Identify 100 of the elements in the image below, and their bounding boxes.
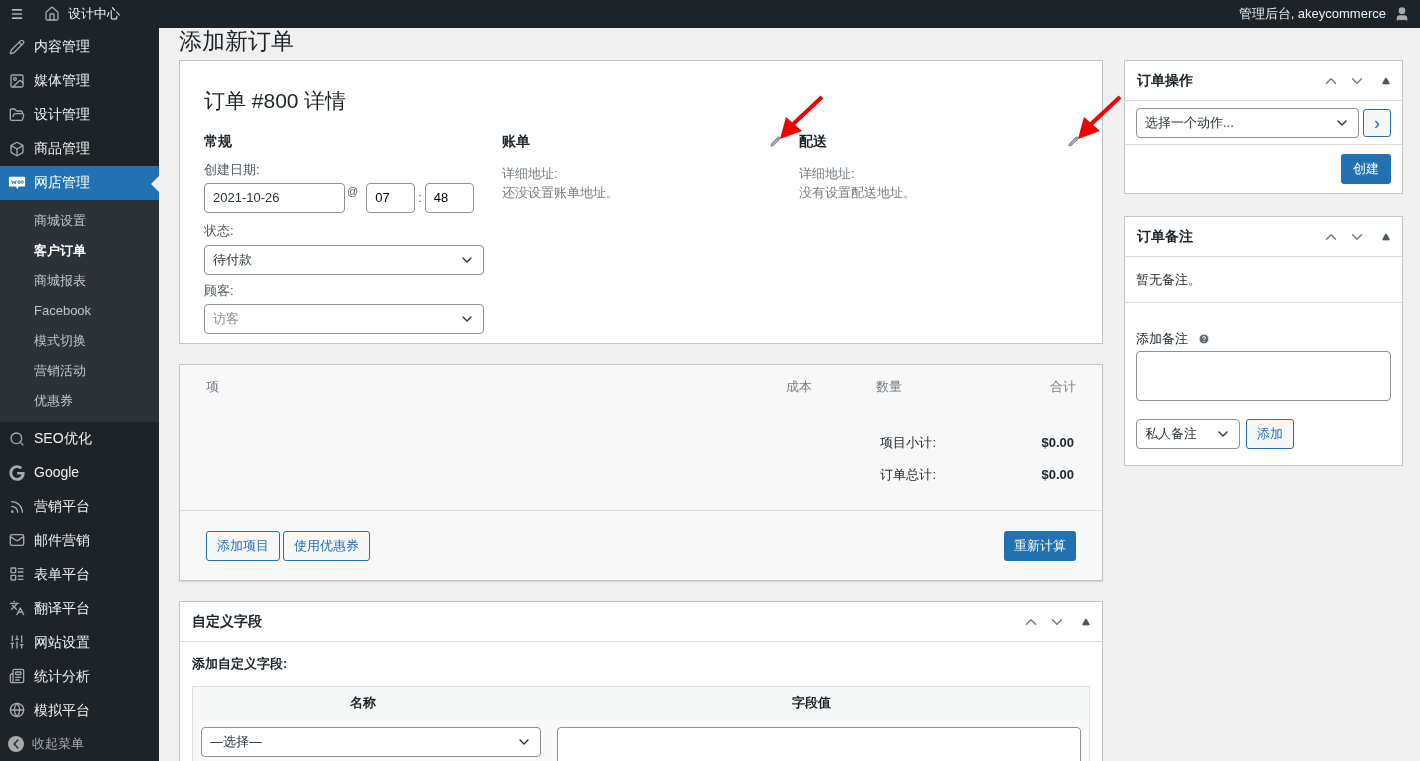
time-colon: : <box>418 189 422 208</box>
minute-field[interactable]: 48 <box>424 183 474 213</box>
sidebar-item[interactable]: 翻译平台 <box>0 591 159 626</box>
sidebar-label: 邮件营销 <box>34 530 90 550</box>
address-text: 没有设置配送地址。 <box>799 184 917 202</box>
collapse-menu-link[interactable]: 收起菜单 <box>32 734 84 754</box>
sidebar-label: 内容管理 <box>34 37 90 57</box>
sidebar-item[interactable]: 邮件营销 <box>0 523 159 558</box>
sidebar-item[interactable]: SEO优化 <box>0 421 159 456</box>
image-icon <box>9 72 25 89</box>
home-icon[interactable] <box>44 6 60 22</box>
sidebar-label: 网店管理 <box>34 173 90 193</box>
submenu-item[interactable]: 模式切换 <box>0 325 159 356</box>
at-sign: @ <box>347 184 359 199</box>
add-note-button[interactable]: 添加 <box>1246 418 1294 449</box>
note-type-select[interactable]: 私人备注 <box>1136 418 1240 449</box>
secondary-button[interactable]: 使用优惠券 <box>283 530 370 561</box>
status-select[interactable]: 待付款 <box>204 244 484 275</box>
sidebar-label: 设计管理 <box>34 105 90 125</box>
column-header: 字段值 <box>790 693 832 712</box>
empty-notes-text: 暂无备注。 <box>1136 270 1201 289</box>
sidebar-item[interactable]: 统计分析 <box>0 659 159 694</box>
sidebar-label: Google <box>34 463 80 483</box>
folder-icon <box>9 106 25 123</box>
column-header: 合计 <box>1049 378 1076 397</box>
submenu-item[interactable]: 客户订单 <box>0 235 159 266</box>
box-icon <box>9 140 25 157</box>
column-header: 项 <box>206 378 220 397</box>
submenu-item[interactable]: 营销活动 <box>0 355 159 386</box>
collapse-icon[interactable] <box>1382 232 1390 241</box>
sidebar-item[interactable]: 网店管理 <box>0 165 159 200</box>
account-link[interactable]: 管理后台, akeycommerce <box>1238 4 1386 24</box>
submenu-item[interactable]: 商城设置 <box>0 205 159 236</box>
g-letter-icon <box>9 464 25 481</box>
add-note-label: 添加备注 <box>1136 330 1188 348</box>
order-title: 订单 #800 详情 <box>204 88 348 114</box>
sidebar-label: 统计分析 <box>34 666 90 686</box>
menu-icon[interactable] <box>10 7 24 21</box>
submenu-item[interactable]: 优惠券 <box>0 385 159 416</box>
sidebar-item[interactable]: 内容管理 <box>0 30 159 64</box>
edit-icon[interactable] <box>1068 135 1079 147</box>
help-icon[interactable] <box>1198 332 1210 345</box>
total-value: $0.00 <box>1040 465 1074 484</box>
sidebar-label: 商品管理 <box>34 139 90 159</box>
sliders-icon <box>9 634 25 651</box>
submenu-item[interactable]: 商城报表 <box>0 265 159 296</box>
globe-icon <box>9 702 25 719</box>
list-icon <box>9 566 25 583</box>
field-label: 顾客: <box>204 281 235 300</box>
collapse-icon[interactable] <box>1382 76 1390 85</box>
name-select[interactable]: —选择— <box>201 726 541 757</box>
create-button[interactable]: 创建 <box>1341 154 1391 184</box>
panel-title: 订单备注 <box>1137 227 1193 246</box>
sidebar-item[interactable]: 模拟平台 <box>0 693 159 728</box>
store-icon <box>8 174 26 191</box>
address-label: 详细地址: <box>502 164 559 183</box>
collapse-icon[interactable] <box>1082 617 1090 626</box>
value-field[interactable] <box>557 726 1081 761</box>
sidebar-label: 翻译平台 <box>34 598 90 618</box>
date-field[interactable]: 2021-10-26 <box>204 183 345 213</box>
section-heading: 配送 <box>799 131 827 151</box>
current-pointer <box>151 175 159 192</box>
section-heading: 常规 <box>204 131 233 151</box>
sidebar-item[interactable]: 设计管理 <box>0 97 159 132</box>
rss-icon <box>9 498 25 515</box>
sidebar-item[interactable]: 商品管理 <box>0 131 159 166</box>
total-label: 项目小计: <box>879 434 936 452</box>
submenu-item[interactable]: Facebook <box>0 295 159 326</box>
sidebar-label: 表单平台 <box>34 564 90 584</box>
panel-title: 自定义字段 <box>192 612 262 631</box>
newspaper-icon <box>9 668 25 685</box>
note-textarea[interactable] <box>1136 350 1391 401</box>
annotation-arrow <box>1076 94 1122 141</box>
hour-field[interactable]: 07 <box>366 183 416 213</box>
user-icon[interactable] <box>1394 6 1410 22</box>
field-label: 状态: <box>204 222 235 240</box>
page-title: 添加新订单 <box>179 27 295 56</box>
translate-icon <box>9 600 25 617</box>
total-value: $0.00 <box>1040 434 1074 452</box>
collapse-icon[interactable] <box>8 736 24 753</box>
edit-icon[interactable] <box>770 135 781 147</box>
column-header: 成本 <box>786 378 813 397</box>
sidebar-item[interactable]: 网站设置 <box>0 625 159 660</box>
pencil-icon <box>9 38 25 55</box>
section-heading: 账单 <box>502 131 530 151</box>
address-label: 详细地址: <box>799 164 856 183</box>
sidebar-label: 模拟平台 <box>34 700 90 720</box>
sidebar-item[interactable]: 媒体管理 <box>0 63 159 98</box>
mail-icon <box>9 532 25 549</box>
go-button[interactable]: › <box>1363 108 1391 137</box>
sidebar-item[interactable]: 营销平台 <box>0 489 159 524</box>
field-label: 创建日期: <box>204 160 261 179</box>
sidebar-label: 媒体管理 <box>34 71 90 91</box>
action-select[interactable]: 选择一个动作... <box>1136 107 1359 138</box>
sidebar-item[interactable]: 表单平台 <box>0 557 159 592</box>
sidebar-item[interactable]: Google <box>0 455 159 490</box>
site-name[interactable]: 设计中心 <box>68 4 120 24</box>
sidebar-label: 营销平台 <box>34 497 90 517</box>
secondary-button[interactable]: 添加项目 <box>206 530 280 561</box>
recalculate-button[interactable]: 重新计算 <box>1004 530 1076 561</box>
